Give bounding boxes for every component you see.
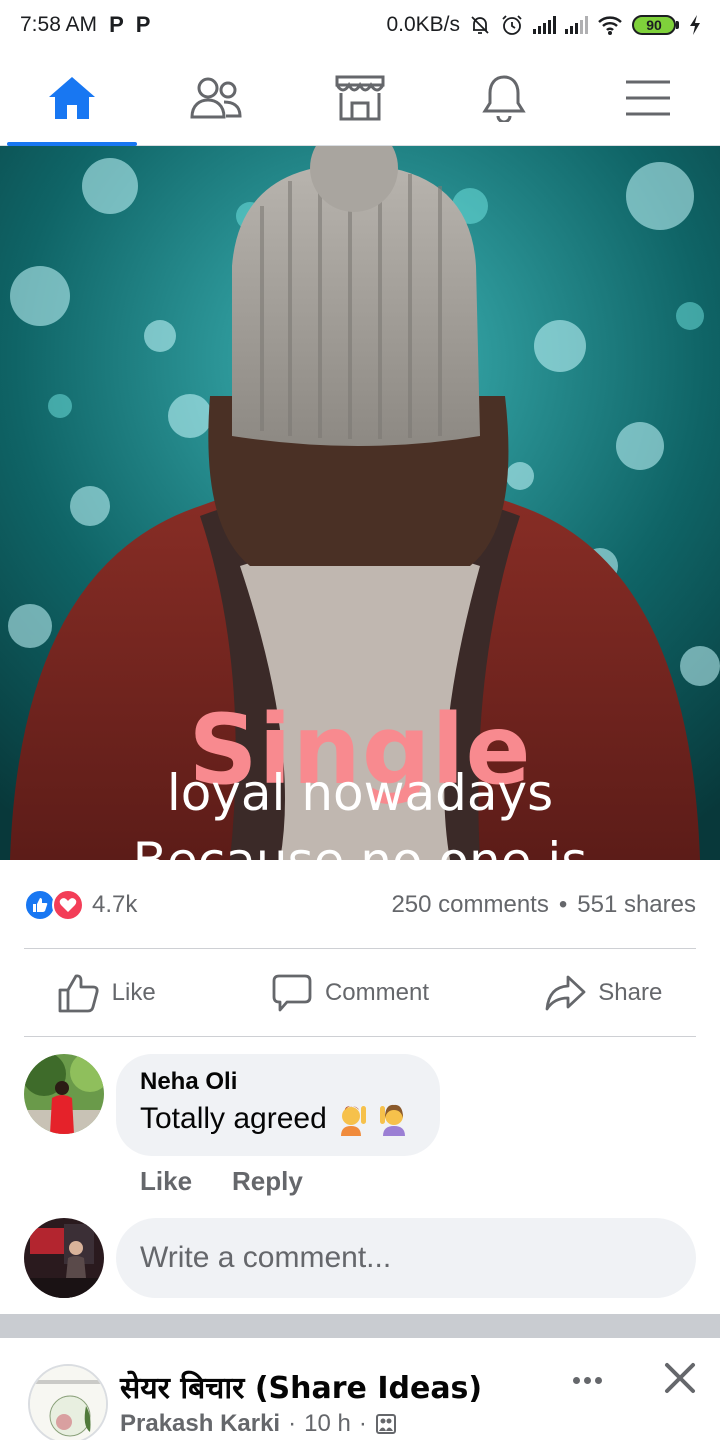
wifi-icon (598, 16, 622, 35)
notification-p-icon: P (135, 12, 151, 37)
comment-reply-button[interactable]: Reply (232, 1166, 303, 1197)
share-icon (545, 975, 586, 1011)
raising-hand-emoji-icon (379, 1104, 405, 1136)
comment-icon (272, 974, 312, 1012)
thumbs-up-icon (58, 974, 99, 1013)
like-button[interactable]: Like (58, 963, 156, 1023)
engagement-counts: 250 comments • 551 shares (391, 891, 696, 919)
reactions-summary[interactable]: 4.7k (24, 889, 137, 921)
marketplace-icon (335, 75, 385, 120)
more-options-button[interactable] (562, 1360, 612, 1400)
tab-notifications[interactable] (439, 50, 569, 146)
status-left: 7:58 AM P P (20, 12, 150, 38)
meta-dot: · (358, 1410, 367, 1437)
feed-separator (0, 1314, 720, 1338)
notifications-icon (482, 74, 526, 122)
close-icon (665, 1363, 695, 1393)
post-stats: 4.7k 250 comments • 551 shares (24, 880, 696, 930)
avatar-photo (24, 1054, 104, 1134)
audience-icon (375, 1414, 396, 1434)
share-button[interactable]: Share (544, 963, 662, 1023)
more-dot (583, 1376, 591, 1384)
overlay-line-1: Because no one is (0, 832, 720, 860)
battery-level: 90 (632, 15, 676, 35)
notification-p-icon: P (109, 12, 124, 37)
tab-menu[interactable] (583, 50, 713, 146)
comment-button[interactable]: Comment (271, 963, 429, 1023)
more-dot (572, 1376, 580, 1384)
like-label: Like (111, 979, 156, 1006)
share-label: Share (598, 979, 663, 1006)
home-icon (49, 76, 95, 119)
separator-dot: • (558, 891, 568, 918)
overlay-line-2: loyal nowadays (166, 764, 554, 822)
friends-icon (190, 77, 242, 118)
post-meta: Prakash Karki · 10 h · (120, 1410, 397, 1438)
page-avatar[interactable] (28, 1364, 108, 1440)
comment-text-row: Totally agreed (140, 1102, 416, 1136)
tab-home[interactable] (7, 50, 137, 146)
meta-dot: · (288, 1410, 297, 1437)
signal-icon (533, 16, 556, 34)
avatar-photo (24, 1218, 104, 1298)
write-comment-input[interactable] (140, 1241, 696, 1275)
comment-actions: Like Reply (140, 1166, 303, 1197)
comment-bubble[interactable]: Neha Oli Totally agreed (116, 1054, 440, 1156)
mute-icon (471, 16, 489, 34)
post-actions: Like Comment Share (0, 950, 720, 1036)
comment-text: Totally agreed (140, 1102, 327, 1135)
status-bar: 7:58 AM P P 0.0KB/s 90 (0, 0, 720, 50)
love-reaction-icon (52, 889, 84, 921)
raising-hand-emoji-icon (340, 1106, 366, 1136)
signal-icon (565, 16, 588, 34)
post-time[interactable]: 10 h (304, 1410, 351, 1438)
shares-count[interactable]: 551 shares (577, 891, 696, 919)
hide-post-button[interactable] (658, 1356, 702, 1400)
commenter-avatar[interactable] (24, 1054, 104, 1134)
comments-count[interactable]: 250 comments (391, 891, 548, 919)
comment-like-button[interactable]: Like (140, 1166, 192, 1197)
tab-friends[interactable] (151, 50, 281, 146)
comment-composer[interactable] (116, 1218, 696, 1298)
charging-icon (690, 15, 700, 35)
page-name[interactable]: सेयर बिचार (Share Ideas) (120, 1366, 482, 1407)
network-speed: 0.0KB/s (386, 13, 460, 36)
more-dot (594, 1376, 602, 1384)
comment-label: Comment (324, 979, 429, 1006)
status-right: 0.0KB/s 90 (386, 13, 702, 37)
status-time: 7:58 AM (20, 13, 98, 36)
post-image[interactable]: Single Because no one is (0, 146, 720, 860)
menu-icon (626, 80, 670, 115)
alarm-icon (502, 15, 522, 35)
battery-icon: 90 (632, 15, 679, 35)
reaction-count: 4.7k (92, 891, 138, 918)
page-logo (30, 1366, 106, 1440)
divider (24, 1036, 696, 1037)
top-nav (0, 50, 720, 146)
post-author[interactable]: Prakash Karki (120, 1410, 280, 1438)
divider (24, 948, 696, 949)
current-user-avatar[interactable] (24, 1218, 104, 1298)
tab-marketplace[interactable] (295, 50, 425, 146)
comment-author[interactable]: Neha Oli (140, 1068, 416, 1096)
